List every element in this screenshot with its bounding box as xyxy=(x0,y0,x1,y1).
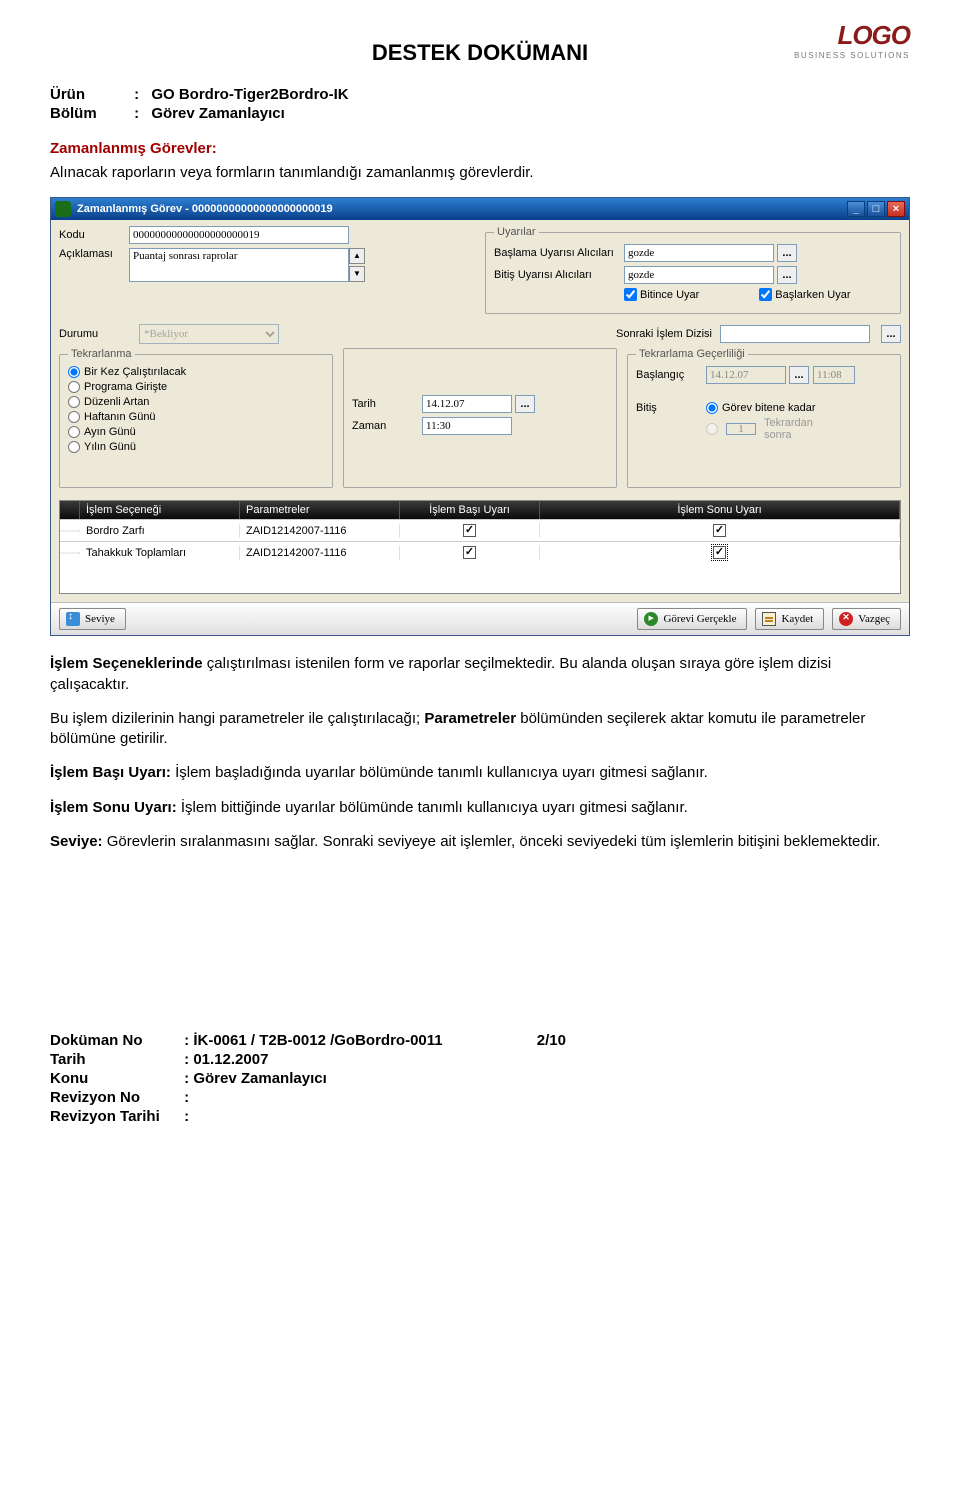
bitis2-label: Bitiş xyxy=(636,402,706,414)
window-buttons: _ □ × xyxy=(847,201,905,217)
grid-empty xyxy=(60,563,900,593)
zaman-label: Zaman xyxy=(352,420,422,432)
textarea-scroll[interactable]: ▲ ▼ xyxy=(349,248,365,282)
radio-haftanin[interactable]: Haftanın Günü xyxy=(68,411,324,423)
baslangic-date[interactable] xyxy=(706,366,786,384)
logo-sub: BUSINESS SOLUTIONS xyxy=(794,51,910,60)
page-number: 2/10 xyxy=(537,1032,566,1049)
grid-row[interactable]: Bordro Zarfı ZAID12142007-1116 ✓ ✓ xyxy=(60,519,900,541)
uyarilar-legend: Uyarılar xyxy=(494,226,539,238)
gercekle-button[interactable]: Görevi Gerçekle xyxy=(637,608,747,630)
baslangic-lookup-button[interactable]: ... xyxy=(789,366,809,384)
grid-header: İşlem Seçeneği Parametreler İşlem Başı U… xyxy=(60,501,900,519)
paragraph-2: Bu işlem dizilerinin hangi parametreler … xyxy=(50,709,910,750)
vazgec-button[interactable]: Vazgeç xyxy=(832,608,901,630)
cancel-icon xyxy=(839,612,853,626)
sonraki-input[interactable] xyxy=(720,325,870,343)
page-title: DESTEK DOKÜMANI xyxy=(50,40,910,66)
sonraki-lookup-button[interactable]: ... xyxy=(881,325,901,343)
seviye-button[interactable]: Seviye xyxy=(59,608,126,630)
paragraph-4: İşlem Sonu Uyarı: İşlem bittiğinde uyarı… xyxy=(50,798,910,818)
logo: LOGO BUSINESS SOLUTIONS xyxy=(794,20,910,60)
radio-tekrardan[interactable]: Tekrardan sonra xyxy=(706,417,836,441)
baslama-label: Başlama Uyarısı Alıcıları xyxy=(494,247,624,259)
logo-brand: LOGO xyxy=(794,20,910,51)
checkbox-icon: ✓ xyxy=(713,524,726,537)
section-head: Zamanlanmış Görevler: xyxy=(50,140,910,157)
checkbox-icon: ✓ xyxy=(463,524,476,537)
tekrardan-count[interactable] xyxy=(726,423,756,435)
save-icon xyxy=(762,612,776,626)
radio-gorev-bitene[interactable]: Görev bitene kadar xyxy=(706,402,836,414)
scroll-up-icon[interactable]: ▲ xyxy=(349,248,365,264)
grid-col-3[interactable]: İşlem Başı Uyarı xyxy=(400,501,540,519)
tarih-label: Tarih xyxy=(352,398,422,410)
durumu-label: Durumu xyxy=(59,328,129,340)
checkbox-icon: ✓ xyxy=(463,546,476,559)
intro-text: Alınacak raporların veya formların tanım… xyxy=(50,163,910,183)
execute-icon xyxy=(644,612,658,626)
kaydet-button[interactable]: Kaydet xyxy=(755,608,824,630)
radio-duzenli[interactable]: Düzenli Artan xyxy=(68,396,324,408)
window-title: Zamanlanmış Görev - 00000000000000000000… xyxy=(77,203,333,215)
grid-select-header[interactable] xyxy=(60,501,80,519)
baslama-input[interactable] xyxy=(624,244,774,262)
bitis-input[interactable] xyxy=(624,266,774,284)
radio-yilin[interactable]: Yılın Günü xyxy=(68,441,324,453)
sonraki-label: Sonraki İşlem Dizisi xyxy=(616,328,712,340)
gecerlilik-fieldset: Tekrarlama Geçerliliği Başlangıç ... Bit… xyxy=(627,348,901,488)
footer: Doküman No : İK-0061 / T2B-0012 /GoBordr… xyxy=(50,1032,910,1125)
scroll-down-icon[interactable]: ▼ xyxy=(349,266,365,282)
baslangic-time[interactable] xyxy=(813,366,855,384)
paragraph-3: İşlem Başı Uyarı: İşlem başladığında uya… xyxy=(50,763,910,783)
tekrarlanma-fieldset: Tekrarlanma Bir Kez Çalıştırılacak Progr… xyxy=(59,348,333,488)
app-icon xyxy=(55,201,71,217)
tarih-zaman-fieldset: Tarih ... Zaman xyxy=(343,348,617,488)
tekrarlanma-radios: Bir Kez Çalıştırılacak Programa Girişte … xyxy=(68,366,324,453)
baslarken-uyar-checkbox[interactable]: Başlarken Uyar xyxy=(759,288,850,301)
radio-programa[interactable]: Programa Girişte xyxy=(68,381,324,393)
baslangic-label: Başlangıç xyxy=(636,369,706,381)
gecerlilik-legend: Tekrarlama Geçerliliği xyxy=(636,348,748,360)
aciklama-label: Açıklaması xyxy=(59,248,129,260)
kodu-input[interactable] xyxy=(129,226,349,244)
tarih-input[interactable] xyxy=(422,395,512,413)
tekrarlanma-legend: Tekrarlanma xyxy=(68,348,135,360)
grid-row[interactable]: Tahakkuk Toplamları ZAID12142007-1116 ✓ … xyxy=(60,541,900,563)
seviye-icon xyxy=(66,612,80,626)
zaman-input[interactable] xyxy=(422,417,512,435)
maximize-button[interactable]: □ xyxy=(867,201,885,217)
tarih-lookup-button[interactable]: ... xyxy=(515,395,535,413)
radio-birkez[interactable]: Bir Kez Çalıştırılacak xyxy=(68,366,324,378)
meta-bolum: Bölüm : Görev Zamanlayıcı xyxy=(50,105,910,122)
paragraph-1: İşlem Seçeneklerinde çalıştırılması iste… xyxy=(50,654,910,695)
bitis-lookup-button[interactable]: ... xyxy=(777,266,797,284)
minimize-button[interactable]: _ xyxy=(847,201,865,217)
meta-urun: Ürün : GO Bordro-Tiger2Bordro-IK xyxy=(50,86,910,103)
bitince-uyar-checkbox[interactable]: Bitince Uyar xyxy=(624,288,699,301)
grid-col-2[interactable]: Parametreler xyxy=(240,501,400,519)
islem-grid: İşlem Seçeneği Parametreler İşlem Başı U… xyxy=(59,500,901,594)
radio-ayin[interactable]: Ayın Günü xyxy=(68,426,324,438)
kodu-label: Kodu xyxy=(59,229,129,241)
aciklama-input[interactable] xyxy=(129,248,349,282)
app-window: Zamanlanmış Görev - 00000000000000000000… xyxy=(50,197,910,636)
grid-col-1[interactable]: İşlem Seçeneği xyxy=(80,501,240,519)
close-button[interactable]: × xyxy=(887,201,905,217)
durumu-select[interactable]: *Bekliyor xyxy=(139,324,279,344)
checkbox-icon: ✓ xyxy=(713,546,726,559)
titlebar: Zamanlanmış Görev - 00000000000000000000… xyxy=(51,198,909,220)
grid-col-4[interactable]: İşlem Sonu Uyarı xyxy=(540,501,900,519)
paragraph-5: Seviye: Görevlerin sıralanmasını sağlar.… xyxy=(50,832,910,852)
bottom-bar: Seviye Görevi Gerçekle Kaydet Vazgeç xyxy=(51,602,909,635)
bitis-label: Bitiş Uyarısı Alıcıları xyxy=(494,269,624,281)
baslama-lookup-button[interactable]: ... xyxy=(777,244,797,262)
uyarilar-fieldset: Uyarılar Başlama Uyarısı Alıcıları ... B… xyxy=(485,226,901,314)
